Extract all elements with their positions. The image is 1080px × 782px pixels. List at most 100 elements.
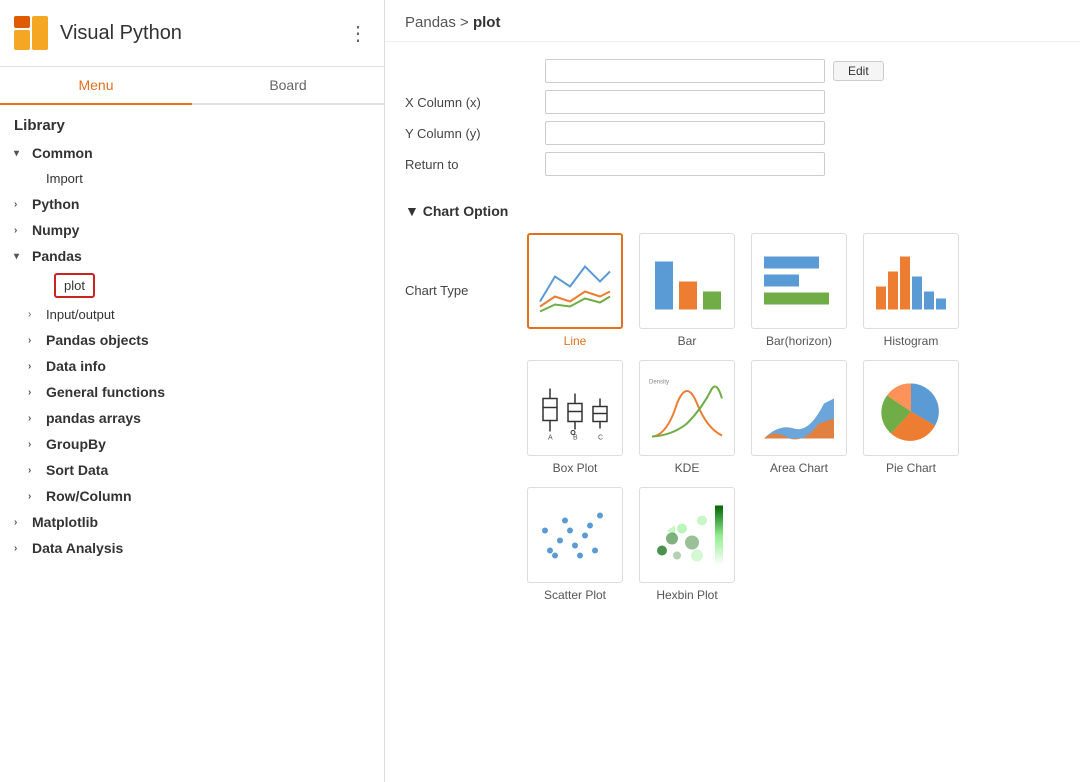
chart-item-line[interactable]: Line xyxy=(525,233,625,348)
box-plot-svg: A B C xyxy=(535,371,615,446)
chevron-right-icon: › xyxy=(28,439,40,450)
scatter-plot-svg xyxy=(535,498,615,573)
chevron-right-icon: › xyxy=(14,199,26,210)
sidebar-item-groupby[interactable]: › GroupBy xyxy=(0,431,384,457)
chart-name-pie-chart: Pie Chart xyxy=(886,461,936,475)
chart-thumb-line[interactable] xyxy=(527,233,623,329)
sidebar-item-sort-data[interactable]: › Sort Data xyxy=(0,457,384,483)
sidebar-item-plot[interactable]: plot xyxy=(0,269,384,302)
chart-thumb-area-chart[interactable] xyxy=(751,360,847,456)
chart-name-box-plot: Box Plot xyxy=(553,461,598,475)
chart-name-kde: KDE xyxy=(675,461,700,475)
chart-item-pie-chart[interactable]: Pie Chart xyxy=(861,360,961,475)
sidebar-item-data-analysis[interactable]: › Data Analysis xyxy=(0,535,384,561)
chart-thumb-bar-horizon[interactable] xyxy=(751,233,847,329)
chevron-down-icon: ▾ xyxy=(14,148,26,159)
breadcrumb: Pandas > plot xyxy=(385,0,1080,42)
chart-item-box-plot[interactable]: A B C xyxy=(525,360,625,475)
main-content: Pandas > plot Edit X Column (x) Y Column… xyxy=(385,0,1080,782)
app-logo-icon xyxy=(12,14,50,52)
chart-thumb-hexbin-plot[interactable] xyxy=(639,487,735,583)
chart-item-scatter-plot[interactable]: Scatter Plot xyxy=(525,487,625,602)
chart-name-scatter-plot: Scatter Plot xyxy=(544,588,606,602)
chart-thumb-scatter-plot[interactable] xyxy=(527,487,623,583)
y-column-row: Y Column (y) xyxy=(405,121,1060,145)
chevron-right-icon: › xyxy=(28,413,40,424)
chart-name-bar: Bar xyxy=(678,334,697,348)
chart-grid: Line Bar xyxy=(525,233,961,602)
x-column-label: X Column (x) xyxy=(405,95,545,110)
svg-text:A: A xyxy=(548,434,553,441)
return-to-row: Return to xyxy=(405,152,1060,176)
sidebar-item-pandas-arrays[interactable]: › pandas arrays xyxy=(0,405,384,431)
chart-option-section: ▼ Chart Option Chart Type Line xyxy=(385,193,1080,612)
sidebar-item-row-column[interactable]: › Row/Column xyxy=(0,483,384,509)
sidebar-item-pandas-objects[interactable]: › Pandas objects xyxy=(0,327,384,353)
chart-name-hexbin-plot: Hexbin Plot xyxy=(656,588,717,602)
return-to-input[interactable] xyxy=(545,152,825,176)
chevron-right-icon: › xyxy=(28,335,40,346)
chart-name-line: Line xyxy=(564,334,587,348)
chevron-down-icon: ▾ xyxy=(14,251,26,262)
chevron-right-icon: › xyxy=(28,361,40,372)
chart-thumb-pie-chart[interactable] xyxy=(863,360,959,456)
chart-item-area-chart[interactable]: Area Chart xyxy=(749,360,849,475)
chart-type-label: Chart Type xyxy=(405,233,525,298)
sidebar-item-matplotlib[interactable]: › Matplotlib xyxy=(0,509,384,535)
y-column-label: Y Column (y) xyxy=(405,126,545,141)
edit-button[interactable]: Edit xyxy=(833,61,884,81)
library-tree: ▾ Common Import › Python › Numpy ▾ Panda… xyxy=(0,140,384,782)
svg-text:B: B xyxy=(573,434,578,441)
pie-chart-svg xyxy=(871,371,951,446)
x-column-input[interactable] xyxy=(545,90,825,114)
chart-item-histogram[interactable]: Histogram xyxy=(861,233,961,348)
more-options-icon[interactable]: ⋮ xyxy=(344,17,372,50)
chart-option-header[interactable]: ▼ Chart Option xyxy=(405,203,1060,219)
chart-item-bar[interactable]: Bar xyxy=(637,233,737,348)
y-column-input[interactable] xyxy=(545,121,825,145)
chart-thumb-histogram[interactable] xyxy=(863,233,959,329)
chart-thumb-kde[interactable]: Density xyxy=(639,360,735,456)
bar-chart-svg xyxy=(647,244,727,319)
chart-item-kde[interactable]: Density KDE xyxy=(637,360,737,475)
chart-item-bar-horizon[interactable]: Bar(horizon) xyxy=(749,233,849,348)
line-chart-svg xyxy=(535,244,615,319)
chart-type-area: Chart Type Line xyxy=(405,233,1060,602)
sidebar-item-data-info[interactable]: › Data info xyxy=(0,353,384,379)
sidebar-item-inputoutput[interactable]: › Input/output xyxy=(0,302,384,327)
chart-thumb-box-plot[interactable]: A B C xyxy=(527,360,623,456)
chevron-right-icon: › xyxy=(28,465,40,476)
sidebar-item-pandas[interactable]: ▾ Pandas xyxy=(0,243,384,269)
hexbin-plot-svg xyxy=(647,498,727,573)
sidebar-item-general-functions[interactable]: › General functions xyxy=(0,379,384,405)
sidebar-item-numpy[interactable]: › Numpy xyxy=(0,217,384,243)
x-column-row: X Column (x) xyxy=(405,90,1060,114)
bar-horizon-chart-svg xyxy=(759,244,839,319)
histogram-svg xyxy=(871,244,951,319)
chevron-right-icon: › xyxy=(28,309,40,320)
chevron-right-icon: › xyxy=(28,387,40,398)
sidebar-item-python[interactable]: › Python xyxy=(0,191,384,217)
form-area: Edit X Column (x) Y Column (y) Return to xyxy=(385,42,1080,193)
app-header: Visual Python ⋮ xyxy=(0,0,384,67)
sidebar-item-common[interactable]: ▾ Common xyxy=(0,140,384,166)
chart-item-hexbin-plot[interactable]: Hexbin Plot xyxy=(637,487,737,602)
chart-name-histogram: Histogram xyxy=(884,334,939,348)
top-field-input[interactable] xyxy=(545,59,825,83)
chevron-right-icon: › xyxy=(14,225,26,236)
sidebar: Visual Python ⋮ Menu Board Library ▾ Com… xyxy=(0,0,385,782)
tab-menu[interactable]: Menu xyxy=(0,67,192,105)
chevron-right-icon: › xyxy=(14,543,26,554)
tabs: Menu Board xyxy=(0,67,384,105)
library-header: Library xyxy=(0,105,384,140)
svg-text:Density: Density xyxy=(649,379,669,385)
chart-thumb-bar[interactable] xyxy=(639,233,735,329)
area-chart-svg xyxy=(759,371,839,446)
plot-selected-label[interactable]: plot xyxy=(54,273,95,298)
app-title: Visual Python xyxy=(60,22,334,45)
return-to-label: Return to xyxy=(405,157,545,172)
svg-text:C: C xyxy=(598,434,603,441)
chevron-right-icon: › xyxy=(14,517,26,528)
tab-board[interactable]: Board xyxy=(192,67,384,105)
sidebar-item-import[interactable]: Import xyxy=(0,166,384,191)
